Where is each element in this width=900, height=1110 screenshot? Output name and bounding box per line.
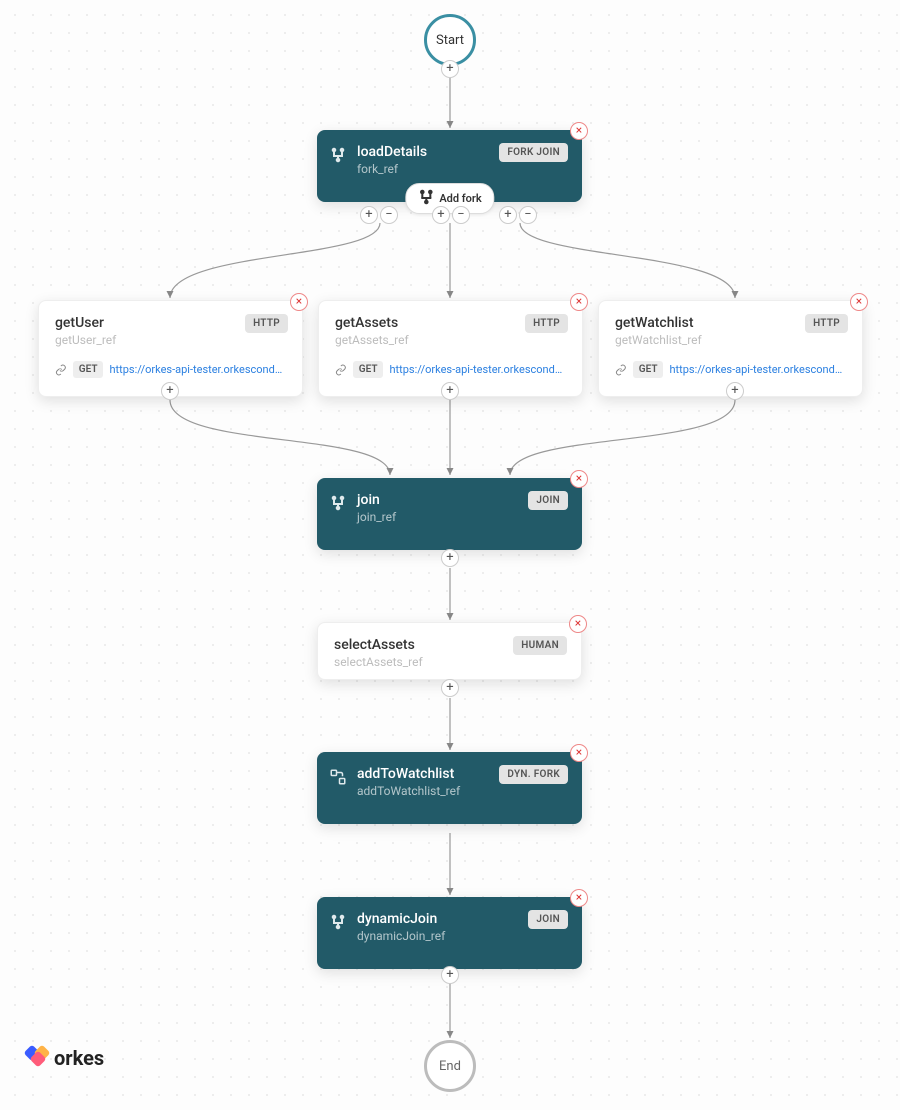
end-label: End: [439, 1059, 461, 1074]
fork-icon: [329, 913, 347, 931]
task-ref: join_ref: [357, 510, 566, 524]
http-url[interactable]: https://orkes-api-tester.orkescondu...: [669, 363, 846, 376]
http-url[interactable]: https://orkes-api-tester.orkescondu...: [109, 363, 286, 376]
add-after-start[interactable]: [441, 60, 459, 78]
http-row: GET https://orkes-api-tester.orkescondu.…: [615, 361, 846, 378]
end-node[interactable]: End: [424, 1040, 476, 1092]
branch-3-controls: [499, 206, 537, 224]
add-after-getwatchlist[interactable]: [726, 382, 744, 400]
delete-task-button[interactable]: ×: [570, 470, 588, 488]
task-type-badge: JOIN: [528, 910, 568, 929]
logo-mark: [26, 1047, 48, 1069]
task-ref: fork_ref: [357, 162, 566, 176]
task-type-badge: DYN. FORK: [499, 765, 568, 784]
task-ref: dynamicJoin_ref: [357, 929, 566, 943]
add-after-getuser[interactable]: [161, 382, 179, 400]
remove-branch-button[interactable]: [380, 206, 398, 224]
fork-icon: [329, 146, 347, 164]
task-ref: getWatchlist_ref: [615, 333, 846, 347]
task-dynamicjoin[interactable]: dynamicJoin dynamicJoin_ref JOIN ×: [317, 897, 582, 969]
delete-task-button[interactable]: ×: [570, 889, 588, 907]
task-addtowatchlist[interactable]: addToWatchlist addToWatchlist_ref DYN. F…: [317, 752, 582, 824]
add-branch-button[interactable]: [499, 206, 517, 224]
link-icon: [615, 364, 627, 376]
add-after-dynamicjoin[interactable]: [441, 966, 459, 984]
branch-1-controls: [360, 206, 398, 224]
remove-branch-button[interactable]: [519, 206, 537, 224]
link-icon: [55, 364, 67, 376]
add-after-join[interactable]: [441, 549, 459, 567]
start-node[interactable]: Start: [424, 14, 476, 66]
link-icon: [335, 364, 347, 376]
http-url[interactable]: https://orkes-api-tester.orkescondu...: [389, 363, 566, 376]
http-method: GET: [633, 361, 664, 378]
branch-2-controls: [432, 206, 470, 224]
task-join[interactable]: join join_ref JOIN ×: [317, 478, 582, 550]
task-type-badge: HTTP: [245, 314, 288, 333]
task-type-badge: FORK JOIN: [499, 143, 568, 162]
task-ref: getUser_ref: [55, 333, 286, 347]
add-branch-button[interactable]: [432, 206, 450, 224]
http-row: GET https://orkes-api-tester.orkescondu.…: [335, 361, 566, 378]
add-after-selectassets[interactable]: [441, 679, 459, 697]
http-method: GET: [73, 361, 104, 378]
delete-task-button[interactable]: ×: [570, 293, 588, 311]
task-type-badge: HUMAN: [513, 636, 567, 655]
task-type-badge: JOIN: [528, 491, 568, 510]
workflow-canvas[interactable]: Start loadDetails fork_ref FORK JOIN × A…: [0, 0, 900, 1110]
http-method: GET: [353, 361, 384, 378]
http-row: GET https://orkes-api-tester.orkescondu.…: [55, 361, 286, 378]
add-branch-button[interactable]: [360, 206, 378, 224]
task-selectassets[interactable]: selectAssets selectAssets_ref HUMAN ×: [317, 622, 582, 680]
remove-branch-button[interactable]: [452, 206, 470, 224]
delete-task-button[interactable]: ×: [570, 122, 588, 140]
add-fork-label: Add fork: [439, 192, 481, 205]
delete-task-button[interactable]: ×: [290, 293, 308, 311]
task-type-badge: HTTP: [525, 314, 568, 333]
orkes-logo: orkes: [26, 1046, 104, 1070]
task-ref: selectAssets_ref: [334, 655, 565, 669]
start-label: Start: [436, 33, 464, 48]
brand-text: orkes: [54, 1046, 104, 1070]
dynfork-icon: [329, 768, 347, 786]
add-after-getassets[interactable]: [441, 382, 459, 400]
task-type-badge: HTTP: [805, 314, 848, 333]
delete-task-button[interactable]: ×: [570, 744, 588, 762]
delete-task-button[interactable]: ×: [850, 293, 868, 311]
delete-task-button[interactable]: ×: [569, 615, 587, 633]
task-ref: getAssets_ref: [335, 333, 566, 347]
task-ref: addToWatchlist_ref: [357, 784, 566, 798]
fork-icon: [329, 494, 347, 512]
